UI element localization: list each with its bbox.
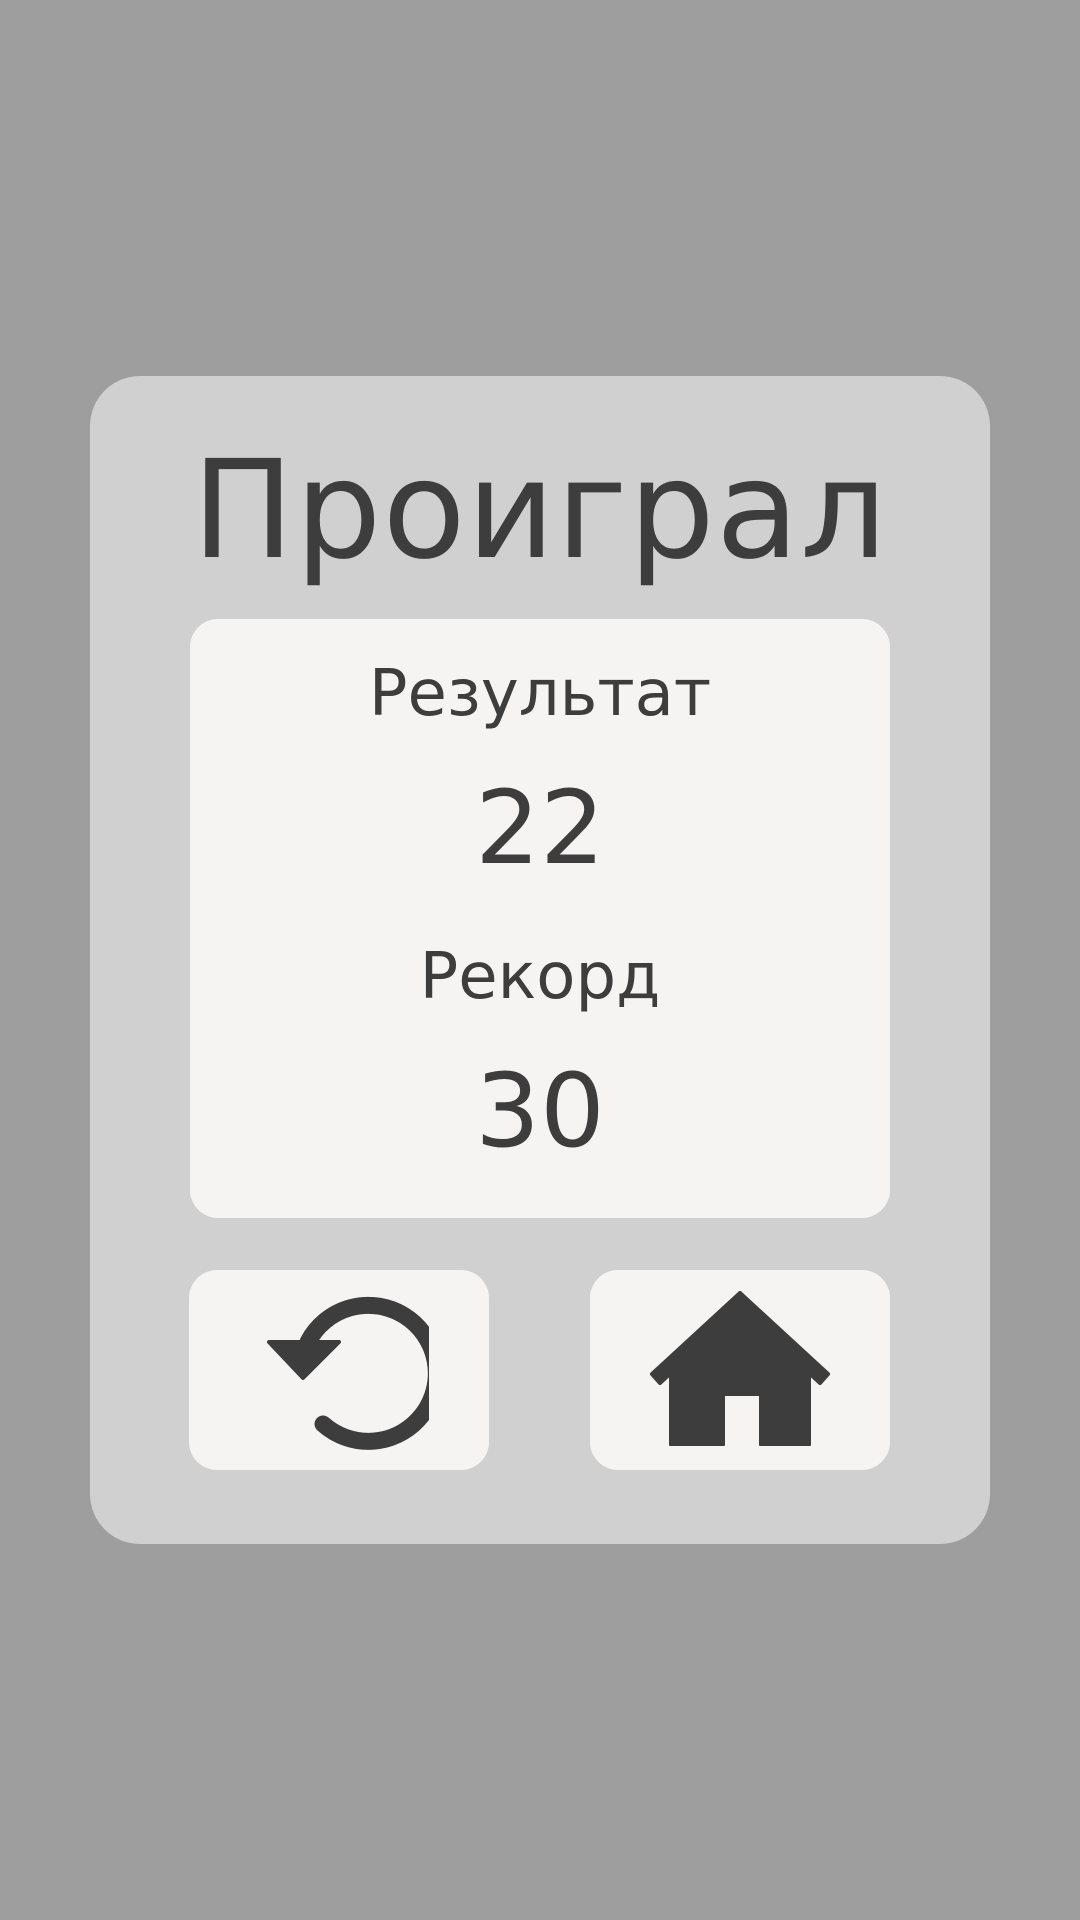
- stats-panel: Результат 22 Рекорд 30: [190, 619, 890, 1218]
- restart-button[interactable]: [189, 1270, 489, 1470]
- home-button[interactable]: [590, 1270, 890, 1470]
- result-value: 22: [475, 769, 605, 888]
- record-value: 30: [475, 1052, 605, 1171]
- game-over-title: Проиграл: [191, 432, 889, 590]
- game-over-dialog: Проиграл Результат 22 Рекорд 30: [90, 376, 990, 1544]
- home-icon: [650, 1291, 830, 1446]
- restart-icon: [267, 1296, 429, 1450]
- result-label: Результат: [368, 657, 712, 731]
- record-label: Рекорд: [419, 940, 661, 1014]
